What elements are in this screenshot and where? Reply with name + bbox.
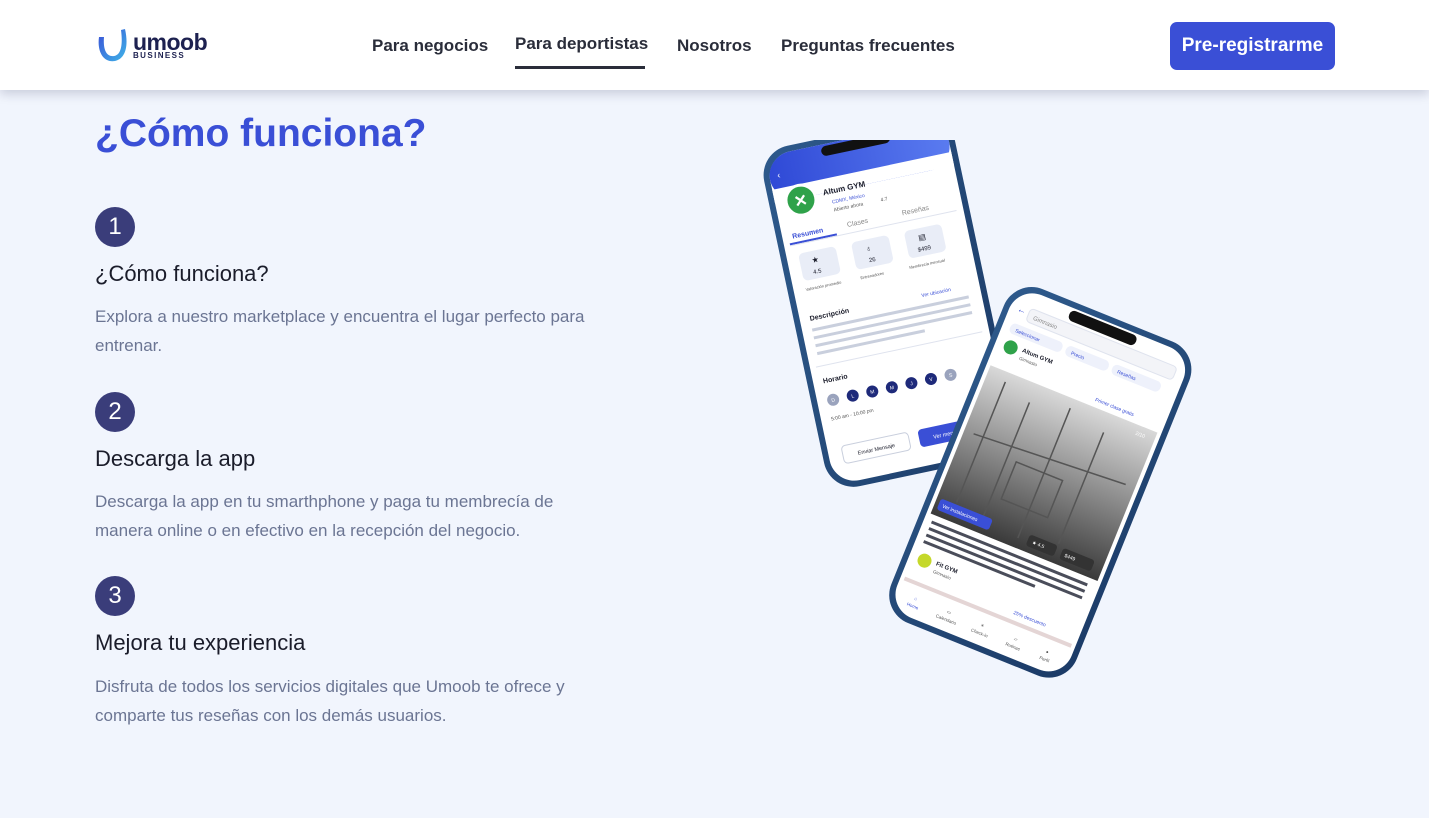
site-header: umoob BUSINESS Para negocios Para deport… [0, 0, 1429, 90]
step-description: Disfruta de todos los servicios digitale… [95, 677, 565, 725]
nav-active-indicator [515, 66, 645, 69]
step-number-badge: 1 [95, 207, 135, 247]
step-title: Descarga la app [95, 446, 256, 471]
nav-para-deportistas[interactable]: Para deportistas [515, 34, 648, 54]
step-title: ¿Cómo funciona? [95, 261, 269, 286]
step-number-badge: 3 [95, 576, 135, 616]
step-title: Mejora tu experiencia [95, 630, 306, 655]
app-phones-illustration: ‹ ✕ Altum GYM CDMX, México Abierto ahora… [740, 117, 1260, 720]
nav-para-negocios[interactable]: Para negocios [372, 36, 488, 56]
step-number-badge: 2 [95, 392, 135, 432]
logo[interactable]: umoob BUSINESS [95, 27, 215, 65]
pre-register-button[interactable]: Pre-registrarme [1170, 22, 1335, 70]
step-description: Descarga la app en tu smarthphone y paga… [95, 492, 554, 540]
step-description: Explora a nuestro marketplace y encuentr… [95, 307, 585, 355]
page-title: ¿Cómo funciona? [95, 112, 427, 155]
logo-icon [98, 29, 127, 62]
nav-preguntas-frecuentes[interactable]: Preguntas frecuentes [781, 36, 955, 56]
nav-nosotros[interactable]: Nosotros [677, 36, 752, 56]
logo-subtitle: BUSINESS [133, 51, 186, 60]
